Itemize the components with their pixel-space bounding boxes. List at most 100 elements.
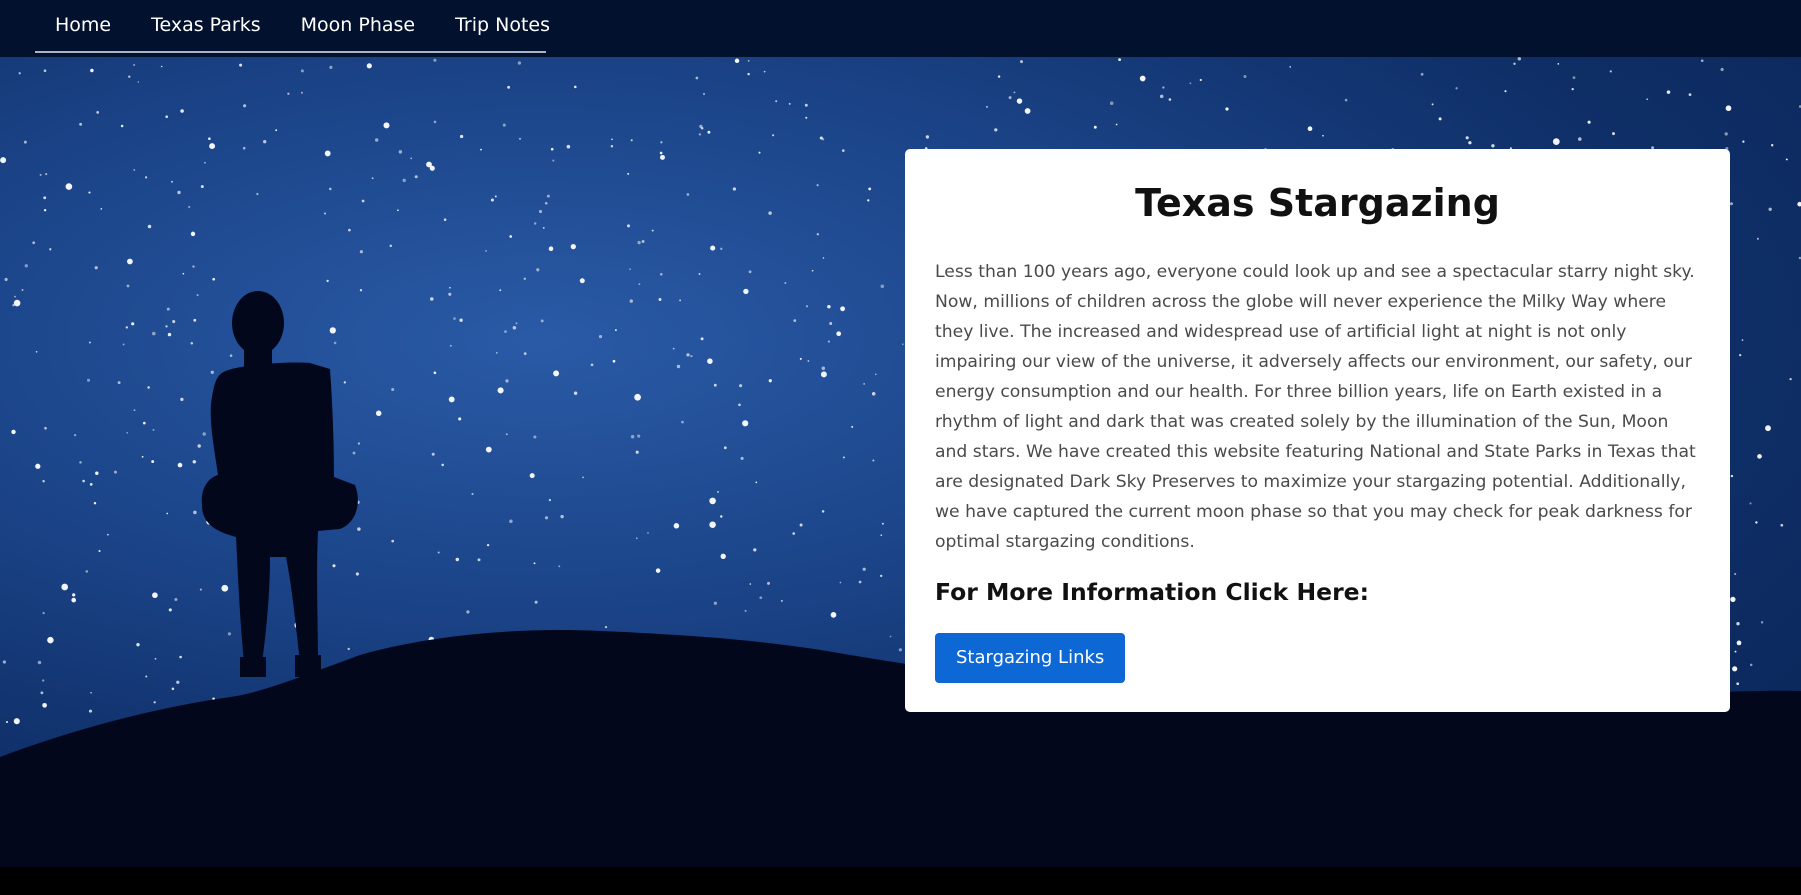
nav-item-moon-phase[interactable]: Moon Phase [301, 15, 415, 35]
star [397, 209, 399, 212]
star [433, 120, 437, 124]
star [816, 184, 819, 187]
star [629, 299, 633, 303]
star [117, 381, 121, 385]
star [35, 350, 38, 353]
star [347, 647, 350, 651]
star [208, 137, 211, 140]
star [635, 450, 639, 454]
nav-item-trip-notes[interactable]: Trip Notes [455, 15, 550, 35]
star [590, 363, 594, 367]
star [546, 194, 550, 198]
star [638, 283, 641, 286]
star [515, 322, 518, 325]
star [165, 325, 168, 328]
star [1420, 72, 1424, 76]
star [453, 317, 456, 320]
star [1725, 105, 1732, 112]
star [768, 379, 772, 383]
star [548, 246, 554, 251]
star [839, 581, 842, 584]
star [1199, 78, 1202, 82]
star [1552, 138, 1560, 145]
star [32, 241, 36, 245]
star [122, 343, 125, 346]
star [1571, 87, 1574, 91]
star [459, 318, 463, 322]
star [324, 150, 331, 157]
star [333, 341, 337, 345]
star [659, 151, 663, 155]
star [263, 140, 267, 144]
star [1243, 75, 1247, 78]
star [655, 568, 661, 573]
star [11, 429, 16, 435]
star [811, 269, 814, 272]
star [1307, 126, 1313, 132]
star [242, 146, 246, 150]
star [821, 366, 826, 371]
star [45, 173, 48, 176]
star [707, 358, 713, 364]
star [1587, 120, 1591, 124]
star [495, 352, 498, 354]
intro-card: Texas Stargazing Less than 100 years ago… [905, 149, 1730, 712]
star [1646, 98, 1649, 101]
star [629, 268, 632, 271]
nav-item-texas-parks[interactable]: Texas Parks [151, 15, 261, 35]
star [374, 138, 379, 142]
star [197, 444, 201, 448]
star [1020, 60, 1023, 64]
star [133, 409, 136, 412]
star [604, 625, 608, 629]
star [256, 192, 259, 196]
star [851, 425, 854, 428]
nav-item-home[interactable]: Home [55, 15, 111, 35]
star [366, 63, 372, 69]
star [133, 64, 135, 66]
star [858, 580, 862, 584]
star [821, 138, 825, 141]
star [573, 391, 578, 395]
star [4, 277, 8, 282]
star [23, 140, 27, 144]
star [867, 199, 870, 202]
star [180, 109, 184, 113]
star [1749, 663, 1753, 667]
star [502, 123, 506, 127]
star [79, 461, 82, 464]
star [199, 588, 202, 591]
star [1431, 103, 1434, 106]
star [85, 570, 89, 573]
star [713, 383, 717, 387]
star [1757, 454, 1762, 459]
bottom-bar [0, 867, 1801, 895]
star [490, 198, 494, 202]
star [793, 319, 797, 322]
star [43, 196, 47, 200]
more-info-heading: For More Information Click Here: [935, 578, 1370, 606]
star [716, 490, 720, 493]
star [172, 320, 176, 324]
star [166, 307, 170, 311]
star [560, 514, 564, 519]
star [42, 611, 45, 615]
star [862, 567, 866, 571]
star [497, 387, 504, 394]
star [614, 329, 617, 332]
star [1139, 75, 1146, 82]
star [137, 81, 140, 83]
star [1016, 98, 1023, 104]
star [154, 657, 157, 660]
star [820, 371, 827, 378]
star [651, 229, 654, 232]
star [544, 201, 548, 205]
stargazing-links-button[interactable]: Stargazing Links [935, 633, 1126, 683]
star [1344, 98, 1348, 102]
star [805, 116, 808, 119]
star [523, 352, 527, 356]
star [448, 292, 452, 296]
star [49, 248, 52, 251]
star [540, 319, 544, 323]
star [1734, 572, 1737, 576]
